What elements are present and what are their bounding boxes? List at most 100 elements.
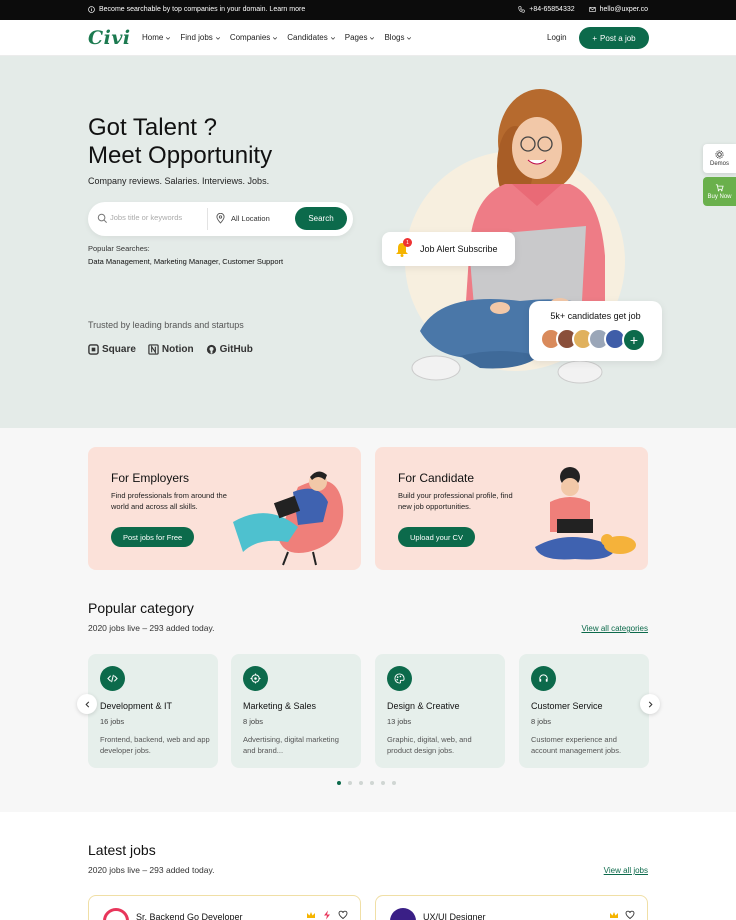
nav-item-home[interactable]: Home — [142, 33, 171, 42]
popular-search-tag[interactable]: Customer Support — [222, 257, 283, 266]
search-button[interactable]: Search — [295, 207, 347, 230]
pagination-dot[interactable] — [359, 781, 363, 785]
nav-item-pages[interactable]: Pages — [345, 33, 376, 42]
job-alert-subscribe-card[interactable]: 1 Job Alert Subscribe — [382, 232, 515, 266]
site-logo[interactable]: Civi — [88, 27, 131, 49]
nav-item-blogs[interactable]: Blogs — [384, 33, 412, 42]
category-description: Graphic, digital, web, and product desig… — [387, 735, 472, 755]
notification-badge: 1 — [403, 238, 412, 247]
category-card[interactable]: Development & IT 16 jobs Frontend, backe… — [88, 654, 218, 768]
category-description: Advertising, digital marketing and brand… — [243, 735, 339, 755]
popular-category-subtitle: 2020 jobs live – 293 added today. — [88, 623, 215, 633]
category-name: Design & Creative — [387, 701, 460, 711]
pagination-dot[interactable] — [392, 781, 396, 785]
top-bar: Become searchable by top companies in yo… — [0, 0, 736, 20]
cart-icon — [715, 184, 724, 192]
popular-search-tag[interactable]: Data Management, — [88, 257, 152, 266]
crown-icon — [307, 912, 315, 918]
promo-and-category-section: For Employers Find professionals from ar… — [0, 428, 736, 812]
heart-icon[interactable] — [338, 910, 348, 920]
pagination-dot[interactable] — [381, 781, 385, 785]
chevron-left-icon — [84, 701, 89, 707]
demos-label: Demos — [709, 161, 729, 167]
login-link[interactable]: Login — [547, 33, 567, 42]
github-logo-icon — [206, 344, 216, 355]
phone-icon — [518, 6, 525, 13]
job-search-bar: All Location Search — [88, 202, 353, 236]
latest-jobs-title: Latest jobs — [88, 842, 156, 858]
top-phone-text: +84-65854332 — [529, 6, 575, 13]
category-card[interactable]: Design & Creative 13 jobs Graphic, digit… — [375, 654, 505, 768]
buy-now-button[interactable]: Buy Now — [703, 177, 736, 206]
company-logo — [103, 908, 129, 920]
carousel-prev-button[interactable] — [77, 694, 97, 714]
job-card[interactable]: UX/UI Designer — [375, 895, 648, 920]
popular-category-title: Popular category — [88, 600, 194, 616]
category-name: Customer Service — [531, 701, 603, 711]
search-icon — [97, 213, 107, 223]
chevron-down-icon — [407, 36, 412, 40]
job-card[interactable]: Sr. Backend Go Developer — [88, 895, 361, 920]
hero-title-line2: Meet Opportunity — [88, 142, 273, 169]
latest-jobs-subtitle: 2020 jobs live – 293 added today. — [88, 865, 215, 875]
category-description: Customer experience and account manageme… — [531, 735, 622, 755]
popular-search-tag[interactable]: Marketing Manager, — [154, 257, 220, 266]
category-card[interactable]: Marketing & Sales 8 jobs Advertising, di… — [231, 654, 361, 768]
nav-item-companies[interactable]: Companies — [230, 33, 278, 42]
category-description: Frontend, backend, web and app developer… — [100, 735, 210, 755]
top-email-text: hello@uxper.co — [599, 6, 648, 13]
popular-searches-label: Popular Searches: — [88, 244, 150, 253]
job-actions — [609, 910, 635, 920]
employers-card: For Employers Find professionals from ar… — [88, 447, 361, 570]
chevron-down-icon — [215, 36, 220, 40]
search-divider — [207, 208, 208, 230]
hero-section: Got Talent ? Meet Opportunity Company re… — [0, 56, 736, 428]
chevron-right-icon — [648, 701, 653, 707]
top-phone[interactable]: +84-65854332 — [518, 6, 575, 13]
candidate-card: For Candidate Build your professional pr… — [375, 447, 648, 570]
category-name: Marketing & Sales — [243, 701, 317, 711]
pagination-dot[interactable] — [337, 781, 341, 785]
view-all-jobs-link[interactable]: View all jobs — [604, 866, 648, 875]
keyword-input[interactable] — [110, 213, 206, 222]
add-candidate-icon[interactable]: + — [622, 328, 646, 352]
lightning-icon — [324, 910, 330, 920]
job-actions — [306, 910, 348, 920]
candidate-title: For Candidate — [398, 471, 475, 485]
view-all-categories-link[interactable]: View all categories — [581, 624, 648, 633]
candidates-card: 5k+ candidates get job + — [529, 301, 662, 361]
pagination-dot[interactable] — [370, 781, 374, 785]
nav-item-candidates[interactable]: Candidates — [287, 33, 335, 42]
location-pin-icon — [216, 213, 225, 224]
post-job-button[interactable]: + Post a job — [579, 27, 649, 49]
main-nav: Civi Home Find jobs Companies Candidates… — [0, 20, 736, 56]
category-card[interactable]: Customer Service 8 jobs Customer experie… — [519, 654, 649, 768]
employers-text: Find professionals from around the world… — [111, 491, 227, 511]
chevron-down-icon — [370, 36, 375, 40]
top-notice[interactable]: Become searchable by top companies in yo… — [88, 6, 305, 13]
pagination-dot[interactable] — [348, 781, 352, 785]
gear-icon — [715, 150, 724, 159]
notion-logo-icon — [148, 344, 159, 355]
company-logo — [390, 908, 416, 920]
candidate-avatars: + — [540, 328, 646, 352]
category-name: Development & IT — [100, 701, 173, 711]
category-count: 8 jobs — [531, 717, 552, 726]
employer-illustration — [233, 471, 344, 566]
mail-icon — [589, 7, 596, 12]
post-jobs-free-button[interactable]: Post jobs for Free — [111, 527, 195, 547]
top-email[interactable]: hello@uxper.co — [589, 6, 648, 13]
job-alert-label: Job Alert Subscribe — [420, 244, 498, 254]
demos-button[interactable]: Demos — [703, 144, 736, 173]
carousel-pagination — [337, 781, 396, 785]
carousel-next-button[interactable] — [640, 694, 660, 714]
nav-item-find-jobs[interactable]: Find jobs — [180, 33, 220, 42]
trusted-by-label: Trusted by leading brands and startups — [88, 320, 244, 330]
chevron-down-icon — [273, 36, 278, 40]
candidate-illustration — [535, 467, 636, 560]
heart-icon[interactable] — [625, 910, 635, 920]
crown-icon — [610, 912, 618, 918]
palette-icon — [387, 666, 412, 691]
location-select[interactable]: All Location — [231, 214, 270, 223]
upload-cv-button[interactable]: Upload your CV — [398, 527, 475, 547]
